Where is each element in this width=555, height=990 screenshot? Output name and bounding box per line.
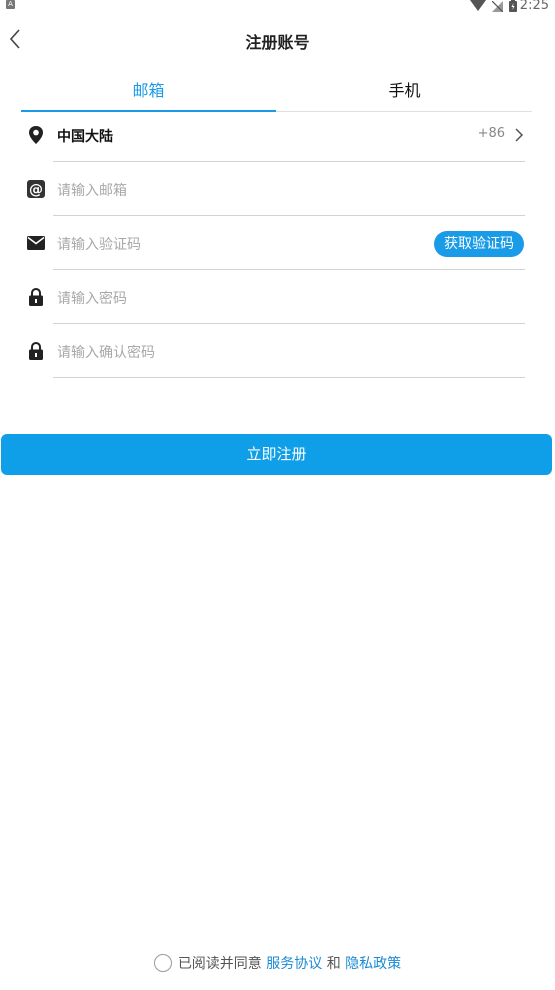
password-row: 请输入密码 xyxy=(0,270,555,324)
code-row: 请输入验证码 获取验证码 xyxy=(0,216,555,270)
lock-icon xyxy=(29,287,43,306)
password-input[interactable]: 请输入密码 xyxy=(57,288,127,308)
email-row: @ 请输入邮箱 xyxy=(0,162,555,216)
lock-icon xyxy=(29,341,43,360)
page-title: 注册账号 xyxy=(245,33,310,52)
chevron-right-icon xyxy=(515,128,524,142)
privacy-link[interactable]: 隐私政策 xyxy=(345,956,401,972)
terms-link[interactable]: 服务协议 xyxy=(266,956,322,972)
status-bar: A 2:25 xyxy=(0,0,555,14)
tab-bar: 邮箱 手机 xyxy=(21,72,532,112)
agreement-prefix: 已阅读并同意 xyxy=(177,956,262,972)
no-signal-icon xyxy=(492,0,503,12)
confirm-password-input[interactable]: 请输入确认密码 xyxy=(57,342,155,362)
header: 注册账号 xyxy=(0,22,555,58)
mail-icon xyxy=(27,236,45,250)
location-pin-icon xyxy=(29,126,43,144)
divider xyxy=(53,377,525,378)
agree-checkbox[interactable] xyxy=(153,954,172,972)
status-time: 2:25 xyxy=(519,0,549,13)
tab-email[interactable]: 邮箱 xyxy=(21,72,276,110)
agreement-line: 已阅读并同意 服务协议 和 隐私政策 xyxy=(0,953,555,973)
email-input[interactable]: 请输入邮箱 xyxy=(57,180,127,200)
at-sign-icon: @ xyxy=(27,180,45,198)
tab-phone[interactable]: 手机 xyxy=(277,72,532,110)
region-code: +86 xyxy=(477,126,505,141)
battery-icon xyxy=(509,0,517,12)
get-code-button[interactable]: 获取验证码 xyxy=(434,231,524,257)
verification-code-input[interactable]: 请输入验证码 xyxy=(57,234,141,254)
notification-icon: A xyxy=(6,0,15,9)
wifi-icon xyxy=(470,0,486,11)
region-name: 中国大陆 xyxy=(57,129,113,145)
status-icons xyxy=(470,0,517,12)
agreement-conjunction: 和 xyxy=(326,956,341,972)
region-selector[interactable]: 中国大陆 +86 xyxy=(0,108,555,162)
register-button[interactable]: 立即注册 xyxy=(1,434,552,475)
confirm-password-row: 请输入确认密码 xyxy=(0,324,555,378)
svg-text:@: @ xyxy=(29,182,43,198)
